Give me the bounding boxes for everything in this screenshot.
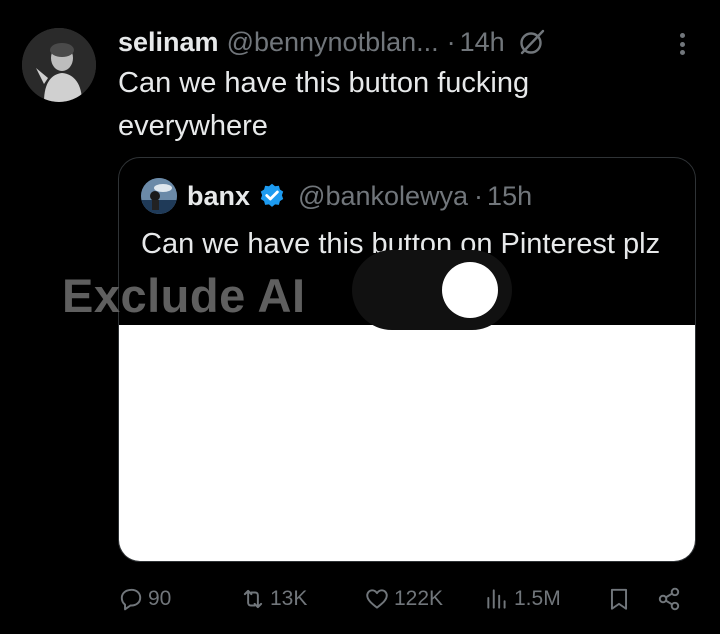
- reply-button[interactable]: 90: [118, 582, 171, 616]
- action-bar: 90 13K 122K 1.5M: [0, 582, 720, 616]
- views-icon: [487, 589, 506, 609]
- exclude-ai-toggle: [352, 250, 512, 330]
- tweet-text: Can we have this button fucking everywhe…: [118, 67, 530, 142]
- separator-dot: ·: [474, 180, 484, 211]
- author-name[interactable]: selinam: [118, 27, 219, 58]
- more-icon[interactable]: [670, 30, 694, 58]
- toggle-knob: [442, 262, 498, 318]
- timestamp[interactable]: 14h: [460, 27, 505, 58]
- bookmark-icon: [610, 588, 628, 610]
- quote-header: banx @bankolewya · 15h: [141, 178, 532, 214]
- reply-count: 90: [148, 587, 172, 610]
- separator-dot: ·: [446, 26, 456, 57]
- views-count: 1.5M: [514, 587, 561, 610]
- quoted-tweet[interactable]: banx @bankolewya · 15h Can we have this …: [118, 157, 696, 562]
- quote-timestamp[interactable]: 15h: [487, 181, 532, 212]
- reply-icon: [120, 588, 142, 611]
- author-handle[interactable]: @bennynotblan...: [227, 27, 439, 58]
- verified-badge-icon: [258, 182, 286, 210]
- repost-count: 13K: [270, 587, 308, 610]
- repost-icon: [243, 589, 263, 609]
- bookmark-button[interactable]: [606, 582, 636, 616]
- like-count: 122K: [394, 587, 444, 610]
- like-button[interactable]: 122K: [364, 582, 443, 616]
- tweet-header: selinam @bennynotblan... · 14h: [118, 24, 547, 60]
- avatar[interactable]: [22, 28, 96, 102]
- quote-media-image[interactable]: [119, 325, 695, 561]
- quote-author-handle[interactable]: @bankolewya: [298, 181, 468, 212]
- repost-button[interactable]: 13K: [240, 582, 307, 616]
- exclude-ai-label: Exclude AI: [62, 269, 306, 322]
- share-button[interactable]: [656, 582, 686, 616]
- quote-avatar[interactable]: [141, 178, 177, 214]
- heart-icon: [366, 589, 388, 609]
- views-button[interactable]: 1.5M: [484, 582, 561, 616]
- share-icon: [658, 587, 680, 611]
- grok-icon[interactable]: [517, 27, 547, 57]
- quote-author-name[interactable]: banx: [187, 181, 250, 212]
